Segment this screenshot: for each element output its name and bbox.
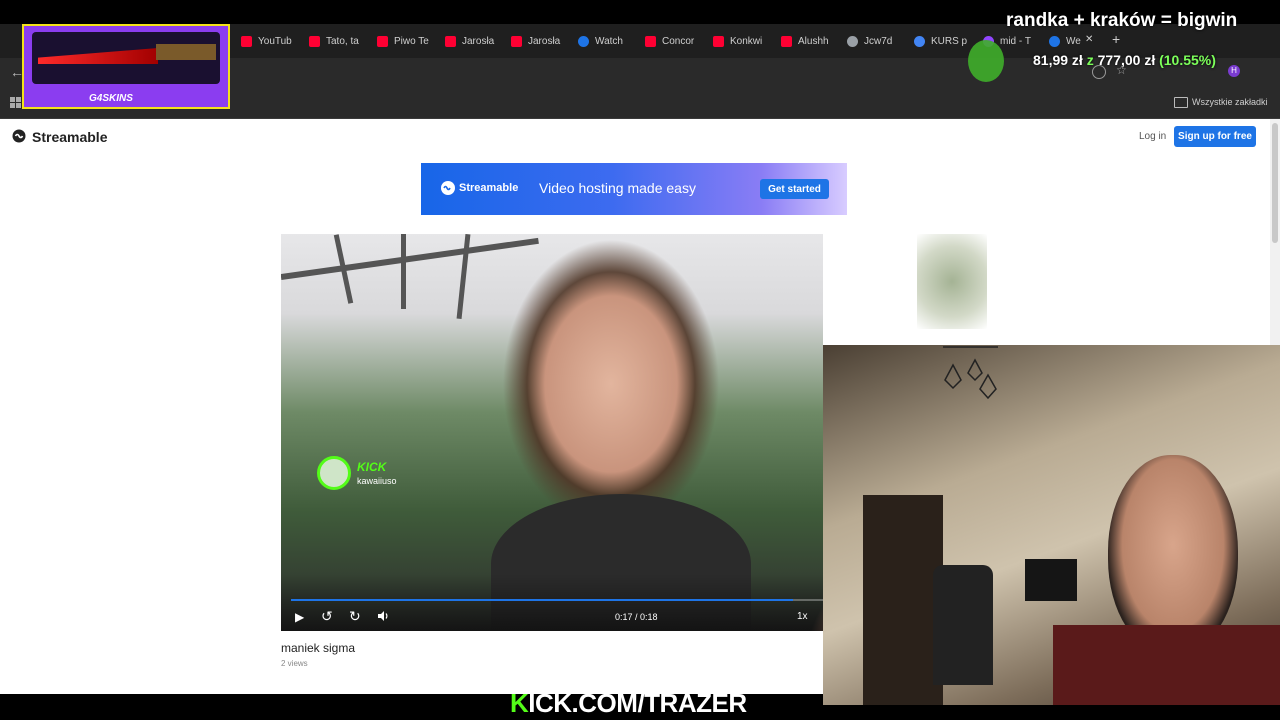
- video-time: 0:17 / 0:18: [615, 612, 658, 622]
- new-tab-button[interactable]: +: [1112, 31, 1120, 47]
- site-brand[interactable]: Streamable: [32, 129, 107, 145]
- video-views: 2 views: [281, 659, 308, 668]
- browser-tab-label: Konkwi: [730, 35, 763, 47]
- knife-handle: [156, 44, 216, 60]
- kick-brand-label: KICK: [357, 460, 387, 474]
- browser-tab-label: Piwo Te: [394, 35, 429, 47]
- video-controls-gradient: [281, 574, 823, 631]
- goal-percent: (10.55%): [1159, 52, 1216, 68]
- kick-channel-label: kawaiiuso: [357, 476, 397, 486]
- browser-tab-label: Watch: [595, 35, 623, 47]
- ad-tagline: Video hosting made easy: [539, 180, 696, 196]
- close-tab-icon[interactable]: ✕: [1085, 34, 1093, 45]
- kick-url-rest: ICK.COM/TRAZER: [528, 688, 747, 718]
- ad-streamable-logo-icon: [441, 181, 455, 195]
- browser-tab[interactable]: Concor: [645, 32, 705, 50]
- playback-speed[interactable]: 1x: [797, 611, 808, 622]
- browser-tab[interactable]: Alushh: [781, 32, 841, 50]
- browser-tab[interactable]: Jarosła: [445, 32, 505, 50]
- thumbnail-image: [917, 234, 987, 329]
- browser-tab-label: Jcw7d: [864, 35, 893, 47]
- apps-grid-icon[interactable]: [10, 97, 21, 108]
- play-icon[interactable]: ▶: [295, 610, 304, 624]
- browser-tab-label: Concor: [662, 35, 695, 47]
- forward-icon[interactable]: ↻: [349, 608, 361, 625]
- browser-tab[interactable]: Jarosła: [511, 32, 571, 50]
- goal-target: 777,00 zł: [1097, 52, 1156, 68]
- browser-tab[interactable]: Jcw7d: [847, 32, 907, 50]
- browser-tab-label: Jarosła: [528, 35, 561, 47]
- browser-tab-label: KURS p: [931, 35, 968, 47]
- bookmarks-folder-label[interactable]: Wszystkie zakładki: [1192, 97, 1268, 107]
- doorway: [863, 495, 943, 705]
- browser-tab[interactable]: Piwo Te: [377, 32, 437, 50]
- monitor: [1025, 559, 1077, 601]
- video-progress-track[interactable]: [291, 599, 823, 601]
- ceiling-lamp: [933, 345, 1003, 410]
- browser-tab-label: YouTub: [258, 35, 292, 47]
- browser-tab[interactable]: We: [1049, 32, 1083, 50]
- browser-tab-label: mid - T: [1000, 35, 1031, 47]
- video-player[interactable]: KICK kawaiiuso ▶ ↺ ↻ 0:17 / 0:18 1x: [281, 234, 823, 631]
- signup-button[interactable]: Sign up for free: [1174, 126, 1256, 147]
- google-icon: [914, 35, 925, 47]
- promo-knife-panel: [32, 32, 220, 84]
- rewind-icon[interactable]: ↺: [321, 608, 333, 625]
- goal-connector: z: [1086, 52, 1094, 68]
- login-link[interactable]: Log in: [1139, 131, 1166, 142]
- ad-brand: Streamable: [459, 182, 519, 194]
- browser-tab[interactable]: Konkwi: [713, 32, 773, 50]
- streamable-logo-icon[interactable]: [12, 129, 26, 143]
- youtube-icon: [309, 35, 320, 47]
- streamable-icon: [578, 35, 589, 47]
- globe-icon: [847, 35, 858, 47]
- streamer-webcam: [823, 345, 1280, 705]
- browser-tab-label: Tato, ta: [326, 35, 359, 47]
- browser-tab-label: Jarosła: [462, 35, 495, 47]
- streamer-shirt: [1053, 625, 1280, 705]
- pergola-post: [401, 234, 406, 309]
- browser-tab-label: Alushh: [798, 35, 829, 47]
- goal-badge-icon: [968, 40, 1004, 82]
- ad-banner[interactable]: Streamable Video hosting made easy Get s…: [421, 163, 847, 215]
- goal-progress-text: 81,99 zł z 777,00 zł (10.55%): [1033, 52, 1216, 68]
- kick-url-accent: K: [510, 688, 529, 718]
- youtube-icon: [781, 35, 792, 47]
- promo-brand: G4SKINS: [89, 93, 133, 104]
- browser-tab[interactable]: Tato, ta: [309, 32, 369, 50]
- ad-get-started-button[interactable]: Get started: [760, 179, 829, 199]
- promo-overlay: G4SKINS: [22, 24, 230, 109]
- browser-tab[interactable]: KURS p: [914, 32, 974, 50]
- video-title: maniek sigma: [281, 641, 356, 655]
- video-progress-fill: [291, 599, 794, 601]
- goal-current: 81,99 zł: [1033, 52, 1083, 68]
- browser-tab[interactable]: Watch: [578, 32, 638, 50]
- browser-tab[interactable]: YouTub: [241, 32, 301, 50]
- gaming-chair: [933, 565, 993, 685]
- knife-blade-icon: [38, 48, 158, 64]
- youtube-icon: [713, 35, 724, 47]
- folder-icon: [1174, 97, 1188, 108]
- youtube-icon: [445, 35, 456, 47]
- browser-tab-label: We: [1066, 35, 1081, 47]
- youtube-icon: [511, 35, 522, 47]
- kick-url-banner: KICK.COM/TRAZER: [510, 688, 747, 719]
- goal-title: randka + kraków = bigwin: [1006, 10, 1238, 31]
- scrollbar-thumb[interactable]: [1272, 123, 1278, 243]
- volume-icon[interactable]: [377, 609, 389, 621]
- youtube-icon: [645, 35, 656, 47]
- youtube-icon: [241, 35, 252, 47]
- profile-avatar[interactable]: H: [1228, 65, 1240, 77]
- youtube-icon: [377, 35, 388, 47]
- streamable-icon: [1049, 35, 1060, 47]
- kick-avatar: [317, 456, 351, 490]
